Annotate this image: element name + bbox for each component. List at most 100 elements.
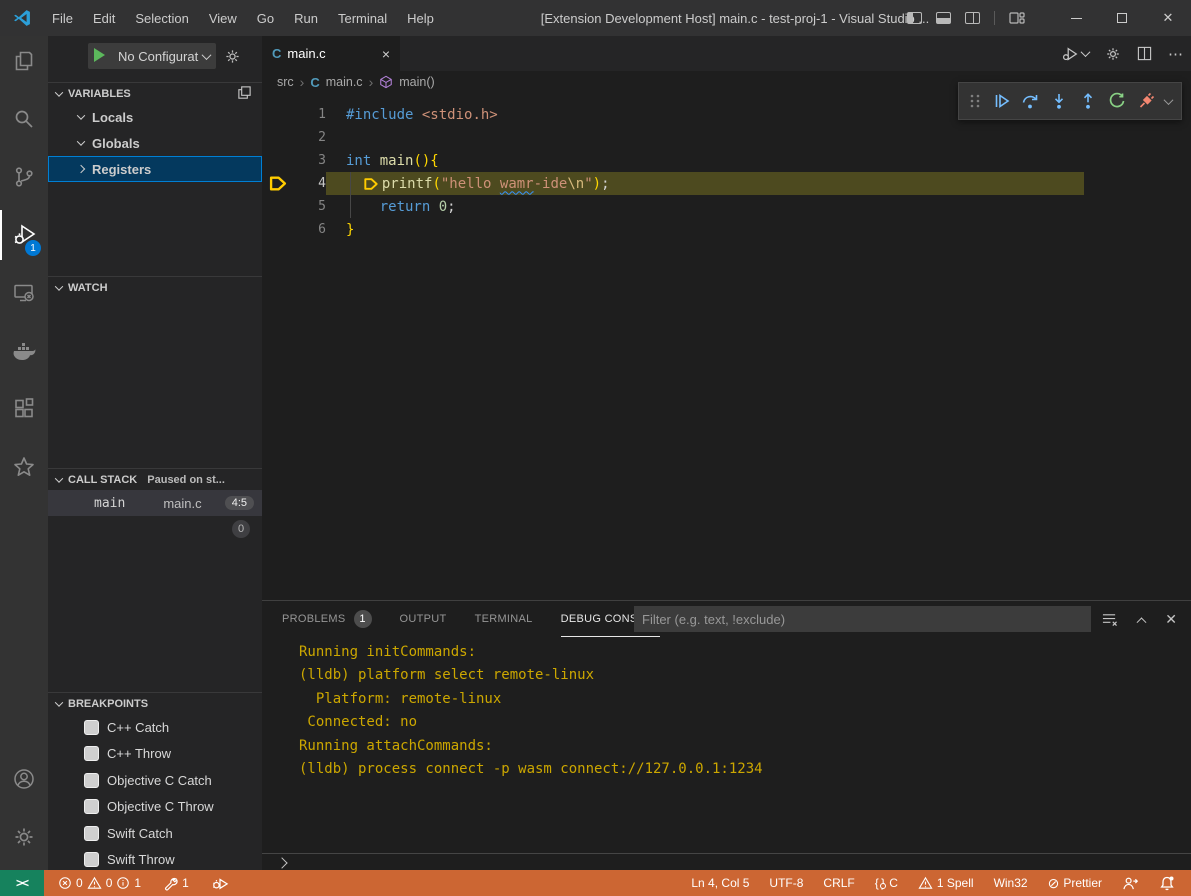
breakpoint-gutter[interactable] xyxy=(262,149,294,172)
breakpoint-checkbox[interactable] xyxy=(84,852,99,867)
debug-config-dropdown[interactable]: No Configurat xyxy=(88,43,216,69)
toolbar-grip-icon[interactable] xyxy=(968,91,982,111)
cursor-position[interactable]: Ln 4, Col 5 xyxy=(685,870,755,896)
platform-indicator[interactable]: Win32 xyxy=(988,870,1034,896)
star-extension-icon[interactable] xyxy=(0,442,48,492)
breakpoint-row[interactable]: Swift Catch xyxy=(48,820,262,847)
breakpoint-row[interactable]: Objective C Throw xyxy=(48,794,262,821)
code-line[interactable]: 4 printf("hello wamr-ide\n"); xyxy=(262,172,1191,195)
breakpoints-header[interactable]: BREAKPOINTS xyxy=(48,692,262,714)
maximize-button[interactable] xyxy=(1099,0,1145,36)
explorer-icon[interactable] xyxy=(0,36,48,86)
breakpoint-checkbox[interactable] xyxy=(84,799,99,814)
editor-settings-gear-icon[interactable] xyxy=(1105,46,1121,62)
continue-icon[interactable] xyxy=(991,91,1011,111)
restart-icon[interactable] xyxy=(1107,91,1127,111)
disconnect-icon[interactable] xyxy=(1136,91,1156,111)
variables-scope-locals[interactable]: Locals xyxy=(48,104,262,130)
tab-close-icon[interactable]: × xyxy=(382,46,390,62)
source-control-icon[interactable] xyxy=(0,152,48,202)
debug-console-output[interactable]: Running initCommands:(lldb) platform sel… xyxy=(262,641,1191,853)
problems-status[interactable]: 0 0 1 xyxy=(52,870,147,896)
menu-file[interactable]: File xyxy=(42,0,83,36)
breadcrumb-folder[interactable]: src xyxy=(277,75,294,89)
collapse-all-icon[interactable] xyxy=(237,85,252,100)
close-button[interactable]: ✕ xyxy=(1145,0,1191,36)
split-editor-icon[interactable] xyxy=(1137,46,1152,61)
breakpoint-gutter[interactable] xyxy=(262,195,294,218)
minimize-button[interactable] xyxy=(1053,0,1099,36)
variables-scope-globals[interactable]: Globals xyxy=(48,130,262,156)
close-panel-icon[interactable]: ✕ xyxy=(1165,611,1177,628)
menu-run[interactable]: Run xyxy=(284,0,328,36)
step-over-icon[interactable] xyxy=(1020,91,1040,111)
start-debug-icon[interactable] xyxy=(94,48,105,62)
stack-frame-row[interactable]: main main.c 4:5 xyxy=(48,490,262,516)
toggle-secondary-sidebar-icon[interactable] xyxy=(965,12,980,24)
settings-gear-icon[interactable] xyxy=(0,812,48,862)
language-mode[interactable]: { } C xyxy=(869,870,904,896)
search-icon[interactable] xyxy=(0,94,48,144)
formatter-status[interactable]: ⊘ Prettier xyxy=(1042,870,1108,896)
step-into-icon[interactable] xyxy=(1049,91,1069,111)
breakpoint-gutter[interactable] xyxy=(262,126,294,149)
encoding-indicator[interactable]: UTF-8 xyxy=(763,870,809,896)
menu-edit[interactable]: Edit xyxy=(83,0,125,36)
breakpoint-row[interactable]: C++ Catch xyxy=(48,714,262,741)
console-filter-input[interactable] xyxy=(634,606,1091,632)
step-out-icon[interactable] xyxy=(1078,91,1098,111)
menu-terminal[interactable]: Terminal xyxy=(328,0,397,36)
clear-console-icon[interactable] xyxy=(1101,612,1118,627)
toggle-sidebar-icon[interactable] xyxy=(907,12,922,24)
menu-help[interactable]: Help xyxy=(397,0,444,36)
breakpoint-checkbox[interactable] xyxy=(84,826,99,841)
notifications-bell-icon[interactable] xyxy=(1153,870,1181,896)
breakpoint-checkbox[interactable] xyxy=(84,773,99,788)
debug-status-icon[interactable] xyxy=(205,870,235,896)
breadcrumb-symbol[interactable]: main() xyxy=(399,75,434,89)
code-line[interactable]: 3int main(){ xyxy=(262,149,1191,172)
breakpoint-checkbox[interactable] xyxy=(84,746,99,761)
code-line[interactable]: 2 xyxy=(262,126,1191,149)
debug-console-input[interactable] xyxy=(262,853,1191,871)
breakpoint-gutter[interactable] xyxy=(262,218,294,241)
chevron-down-icon[interactable] xyxy=(1164,95,1174,105)
ports-status[interactable]: 1 xyxy=(157,870,195,896)
panel-tab-terminal[interactable]: TERMINAL xyxy=(475,601,533,637)
breadcrumb-file[interactable]: main.c xyxy=(326,75,363,89)
panel-tab-output[interactable]: OUTPUT xyxy=(400,601,447,637)
maximize-panel-icon[interactable] xyxy=(1137,617,1147,627)
code-line[interactable]: 5 return 0; xyxy=(262,195,1191,218)
run-and-debug-icon[interactable]: 1 xyxy=(0,210,48,260)
breakpoint-checkbox[interactable] xyxy=(84,720,99,735)
account-icon[interactable] xyxy=(0,754,48,804)
remote-explorer-icon[interactable] xyxy=(0,268,48,318)
menu-selection[interactable]: Selection xyxy=(125,0,198,36)
variables-header[interactable]: VARIABLES xyxy=(48,82,262,104)
docker-icon[interactable] xyxy=(0,326,48,376)
extensions-icon[interactable] xyxy=(0,384,48,434)
breakpoint-gutter[interactable] xyxy=(262,172,294,195)
tab-main-c[interactable]: C main.c × xyxy=(262,36,400,71)
feedback-icon[interactable] xyxy=(1116,870,1145,896)
breakpoint-row[interactable]: C++ Throw xyxy=(48,741,262,768)
debug-settings-gear-icon[interactable] xyxy=(224,48,241,65)
more-actions-icon[interactable]: ⋯ xyxy=(1168,45,1183,63)
code-line[interactable]: 6} xyxy=(262,218,1191,241)
toggle-panel-icon[interactable] xyxy=(936,12,951,24)
watch-header[interactable]: WATCH xyxy=(48,276,262,298)
chevron-right-icon xyxy=(77,165,85,173)
call-stack-header[interactable]: CALL STACK Paused on st... xyxy=(48,468,262,490)
spell-checker-status[interactable]: 1 Spell xyxy=(912,870,980,896)
customize-layout-icon[interactable] xyxy=(1009,11,1025,25)
run-or-debug-button[interactable] xyxy=(1061,45,1089,63)
panel-tab-problems[interactable]: PROBLEMS1 xyxy=(282,601,372,637)
code-editor[interactable]: 1#include <stdio.h>23int main(){4 printf… xyxy=(262,93,1191,600)
remote-indicator[interactable]: >< xyxy=(0,870,44,896)
breakpoint-row[interactable]: Objective C Catch xyxy=(48,767,262,794)
menu-go[interactable]: Go xyxy=(247,0,284,36)
menu-view[interactable]: View xyxy=(199,0,247,36)
variables-scope-registers[interactable]: Registers xyxy=(48,156,262,182)
breakpoint-gutter[interactable] xyxy=(262,103,294,126)
eol-indicator[interactable]: CRLF xyxy=(817,870,860,896)
